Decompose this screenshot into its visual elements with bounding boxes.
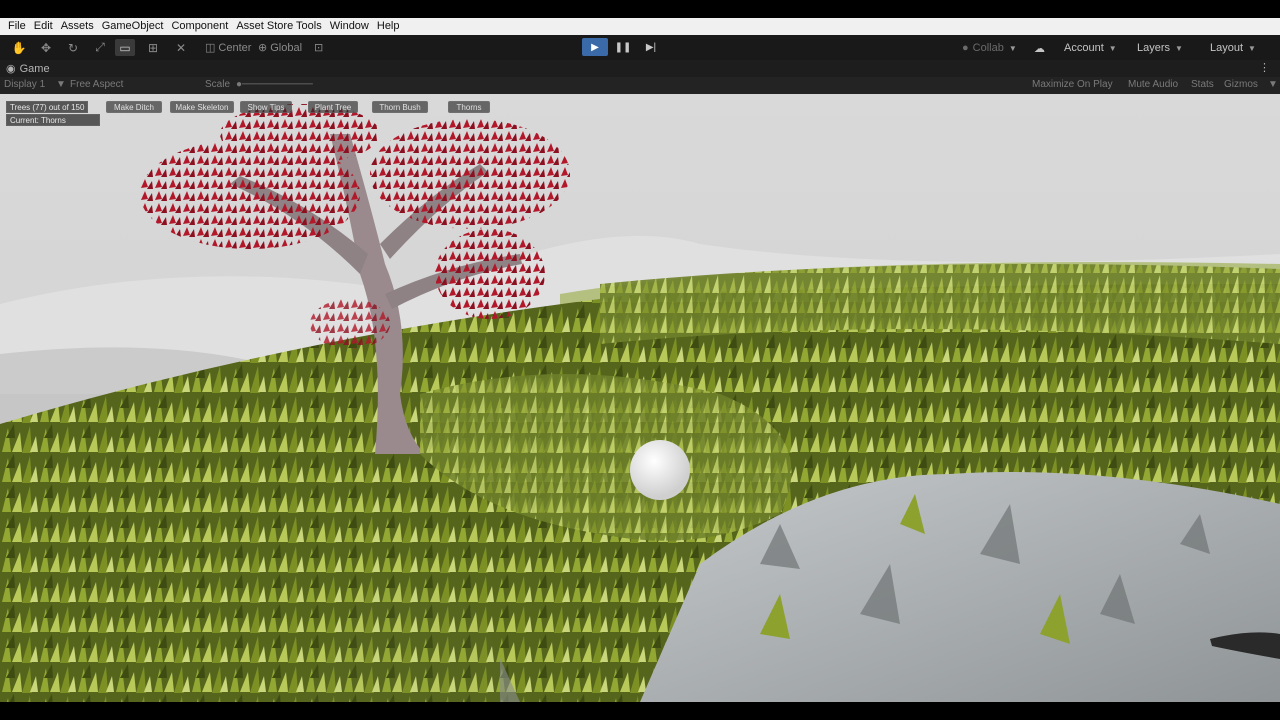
pivot-mode-label: Center [218, 41, 252, 54]
menu-help[interactable]: Help [373, 18, 404, 35]
tree-foliage-inner [310, 299, 390, 349]
thorns-button[interactable]: Thorns [448, 101, 490, 113]
player-ball [630, 440, 690, 500]
top-letterbox [0, 0, 1280, 18]
menu-bar: File Edit Assets GameObject Component As… [0, 18, 1280, 35]
globe-icon: ⊕ [258, 42, 268, 54]
layers-dropdown[interactable]: Layers ▼ [1137, 40, 1183, 56]
thorn-bush-button[interactable]: Thorn Bush [372, 101, 428, 113]
custom-tool-button[interactable]: ✕ [171, 39, 191, 56]
chevron-down-icon: ▼ [1008, 43, 1017, 53]
transform-tool-button[interactable]: ⊞ [143, 39, 163, 56]
menu-assets[interactable]: Assets [57, 18, 98, 35]
pivot-center-icon: ◫ [205, 42, 216, 54]
main-toolbar: ✋ ✥ ↻ ⤢ ▭ ⊞ ✕ ◫ Center ⊕ Global ⊡ ▶ ❚❚ ▶… [0, 35, 1280, 60]
make-ditch-button[interactable]: Make Ditch [106, 101, 162, 113]
pivot-rotation-toggle[interactable]: ⊕ Global [258, 40, 302, 55]
layout-dropdown[interactable]: Layout ▼ [1210, 40, 1256, 56]
cloud-icon: ☁ [1034, 42, 1045, 55]
scale-tool-button[interactable]: ⤢ [90, 39, 110, 56]
bottom-letterbox [0, 702, 1280, 720]
game-tab-bar: ◉ Game ⋮ [0, 60, 1280, 77]
step-button[interactable]: ▶| [638, 38, 664, 56]
hud-overlay: Trees (77) out of 150 Make Ditch Make Sk… [0, 94, 1280, 126]
move-tool-button[interactable]: ✥ [36, 39, 56, 56]
mute-audio-toggle[interactable]: Mute Audio [1128, 79, 1178, 90]
pause-button[interactable]: ❚❚ [610, 38, 636, 56]
account-dropdown[interactable]: Account ▼ [1064, 40, 1117, 56]
menu-asset-store-tools[interactable]: Asset Store Tools [232, 18, 325, 35]
tab-game-label: Game [19, 62, 50, 75]
play-controls: ▶ ❚❚ ▶| [582, 38, 664, 56]
gizmos-chevron-icon: ▼ [1268, 79, 1278, 90]
pivot-rotation-label: Global [270, 41, 303, 54]
menu-gameobject[interactable]: GameObject [98, 18, 168, 35]
snap-toggle[interactable]: ⊡ [314, 40, 323, 55]
trees-counter: Trees (77) out of 150 [6, 101, 89, 113]
tab-game[interactable]: ◉ Game [6, 62, 50, 76]
collab-dropdown[interactable]: ● Collab ▼ [962, 40, 1017, 56]
game-scene [0, 94, 1280, 702]
game-viewport[interactable]: Trees (77) out of 150 Make Ditch Make Sk… [0, 94, 1280, 702]
play-button[interactable]: ▶ [582, 38, 608, 56]
menu-edit[interactable]: Edit [30, 18, 57, 35]
display-chevron-icon: ▼ [56, 79, 66, 90]
chevron-down-icon: ▼ [1175, 43, 1183, 53]
move-icon: ✥ [40, 40, 52, 55]
scale-icon: ⤢ [95, 40, 105, 54]
hand-tool-button[interactable]: ✋ [9, 39, 29, 56]
gizmos-dropdown[interactable]: Gizmos [1224, 79, 1258, 90]
rect-tool-button[interactable]: ▭ [115, 39, 135, 56]
kebab-menu-icon: ⋮ [1259, 62, 1270, 74]
show-tips-button[interactable]: Show Tips [240, 101, 292, 113]
pause-icon: ❚❚ [614, 41, 632, 53]
panel-menu-button[interactable]: ⋮ [1259, 61, 1270, 74]
scale-label: Scale [205, 79, 231, 90]
stats-toggle[interactable]: Stats [1191, 79, 1214, 90]
plant-tree-button[interactable]: Plant Tree [308, 101, 358, 113]
transform-icon: ⊞ [147, 40, 159, 55]
tools-icon: ✕ [175, 40, 187, 55]
step-icon: ▶| [645, 41, 657, 53]
menu-window[interactable]: Window [326, 18, 373, 35]
hand-icon: ✋ [11, 40, 27, 55]
chevron-down-icon: ▼ [1248, 43, 1256, 53]
chevron-down-icon: ▼ [1108, 43, 1117, 53]
pivot-mode-toggle[interactable]: ◫ Center [205, 40, 251, 55]
rect-icon: ▭ [119, 40, 131, 55]
rotate-icon: ↻ [67, 40, 79, 55]
collab-icon: ● [962, 42, 969, 54]
tree-foliage-lower [435, 229, 545, 319]
play-icon: ▶ [591, 41, 599, 53]
aspect-dropdown[interactable]: Free Aspect [70, 79, 123, 90]
maximize-on-play-toggle[interactable]: Maximize On Play [1032, 79, 1113, 90]
tree-foliage-right [370, 119, 570, 229]
current-selection-label: Current: Thorns [6, 114, 100, 126]
display-dropdown[interactable]: Display 1 [4, 79, 45, 90]
menu-file[interactable]: File [4, 18, 30, 35]
rotate-tool-button[interactable]: ↻ [63, 39, 83, 56]
menu-component[interactable]: Component [167, 18, 232, 35]
scale-slider[interactable]: ●────────── [236, 79, 313, 90]
account-label: Account [1064, 42, 1104, 54]
collab-label: Collab [972, 42, 1004, 54]
grid-snap-icon: ⊡ [314, 42, 324, 54]
make-skeleton-button[interactable]: Make Skeleton [170, 101, 234, 113]
layout-label: Layout [1210, 42, 1244, 54]
game-controller-icon: ◉ [6, 63, 16, 75]
layers-label: Layers [1137, 42, 1171, 54]
game-view-toolbar: Display 1 ▼ Free Aspect Scale ●─────────… [0, 77, 1280, 94]
cloud-button[interactable]: ☁ [1034, 40, 1045, 56]
